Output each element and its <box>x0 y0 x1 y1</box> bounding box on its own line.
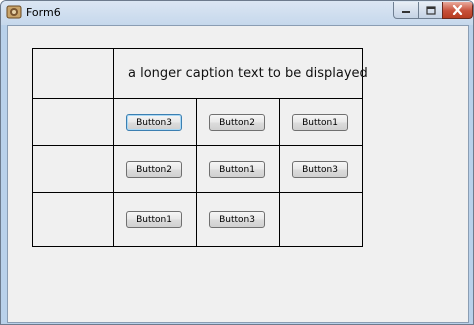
maximize-button[interactable] <box>418 2 443 19</box>
grid-cell-empty <box>32 98 114 146</box>
grid-cell: Button2 <box>196 98 280 146</box>
button1-row2[interactable]: Button1 <box>209 161 265 178</box>
maximize-icon <box>425 5 436 15</box>
grid-cell-empty <box>279 192 363 247</box>
app-window: Form6 a longer caption text to be displa… <box>0 0 474 325</box>
minimize-button[interactable] <box>393 2 419 19</box>
grid-cell: Button1 <box>113 192 197 247</box>
close-button[interactable] <box>442 2 473 19</box>
grid-cell: Button1 <box>196 145 280 193</box>
button-grid: a longer caption text to be displayed Bu… <box>32 48 368 247</box>
button3-row3[interactable]: Button3 <box>209 211 265 228</box>
title-bar[interactable]: Form6 <box>1 1 473 25</box>
caption-cell: a longer caption text to be displayed <box>113 48 368 99</box>
grid-cell-empty <box>32 145 114 193</box>
button1-row3[interactable]: Button1 <box>126 211 182 228</box>
grid-cell-empty <box>32 192 114 247</box>
grid-cell-empty <box>32 48 114 99</box>
caption-label: a longer caption text to be displayed <box>128 66 368 81</box>
button3-row2[interactable]: Button3 <box>292 161 348 178</box>
grid-cell: Button1 <box>279 98 363 146</box>
app-icon[interactable] <box>6 4 22 20</box>
button1-row1[interactable]: Button1 <box>292 114 348 131</box>
grid-cell: Button2 <box>113 145 197 193</box>
button2-row2[interactable]: Button2 <box>126 161 182 178</box>
button2-row1[interactable]: Button2 <box>209 114 265 131</box>
close-icon <box>452 5 463 15</box>
grid-cell: Button3 <box>113 98 197 146</box>
form-client-area: a longer caption text to be displayed Bu… <box>7 25 469 323</box>
grid-cell: Button3 <box>279 145 363 193</box>
grid-cell: Button3 <box>196 192 280 247</box>
window-title: Form6 <box>26 6 61 19</box>
minimize-icon <box>402 11 410 13</box>
button3-row1[interactable]: Button3 <box>126 114 182 131</box>
